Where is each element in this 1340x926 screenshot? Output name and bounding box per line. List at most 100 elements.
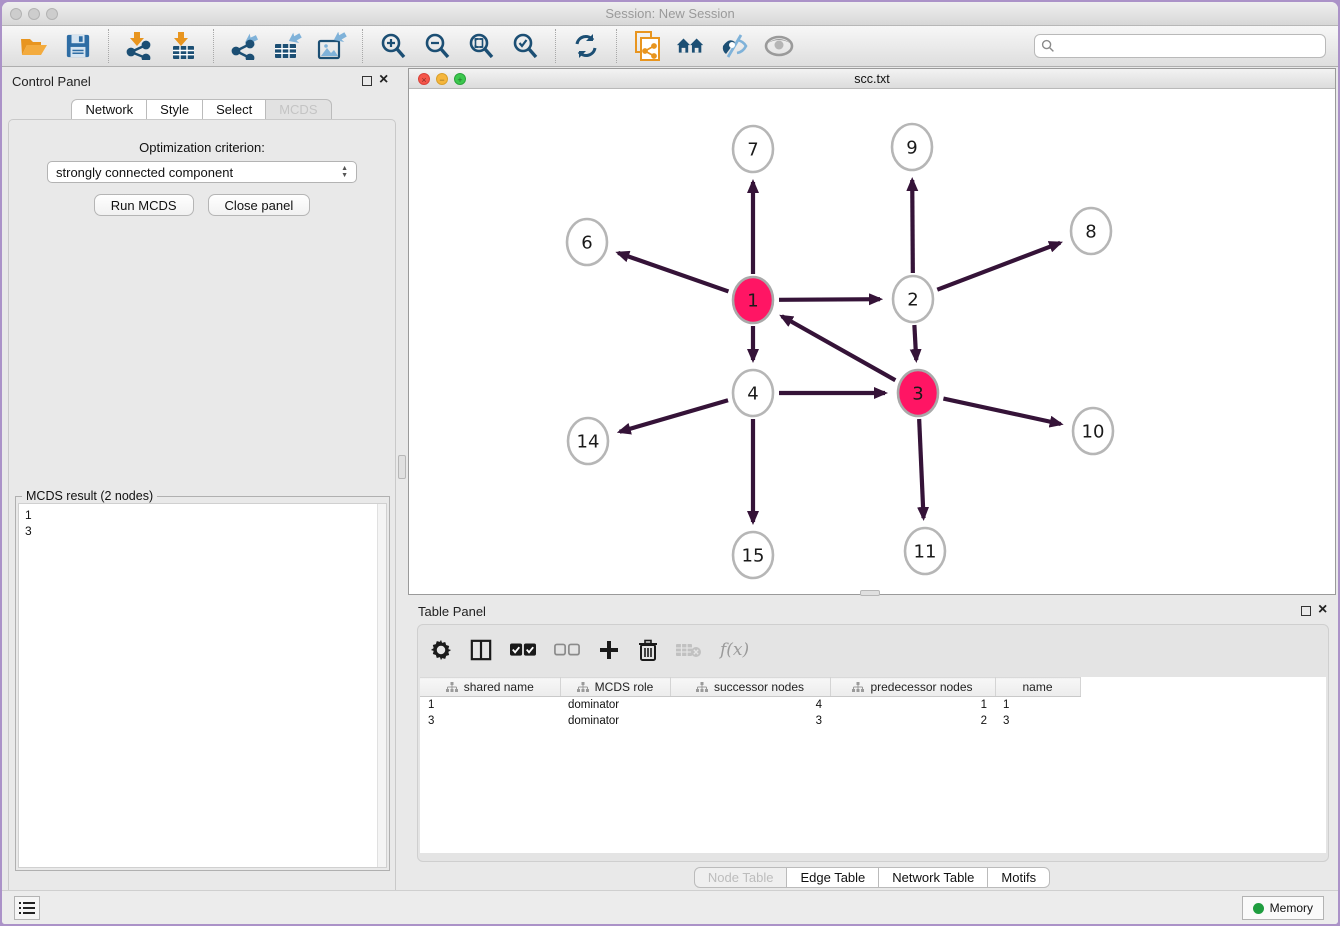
- svg-text:10: 10: [1082, 421, 1105, 442]
- float-table-panel-icon[interactable]: [1301, 606, 1311, 616]
- zoom-selected-icon[interactable]: [510, 31, 540, 61]
- delete-row-icon[interactable]: [638, 639, 658, 661]
- cell-MCDS-role[interactable]: dominator: [560, 697, 670, 713]
- clone-network-icon[interactable]: [632, 31, 662, 61]
- memory-status-icon: [1253, 903, 1264, 914]
- float-panel-icon[interactable]: [362, 76, 372, 86]
- edge-1-6[interactable]: [618, 253, 728, 292]
- memory-button[interactable]: Memory: [1242, 896, 1324, 920]
- zoom-in-icon[interactable]: [378, 31, 408, 61]
- save-session-icon[interactable]: [63, 31, 93, 61]
- split-view-icon[interactable]: [470, 639, 492, 661]
- eye-disabled-icon[interactable]: [764, 31, 794, 61]
- table-row[interactable]: 1dominator411: [420, 697, 1080, 713]
- column-header-successor-nodes[interactable]: successor nodes: [670, 678, 830, 697]
- export-network-icon[interactable]: [229, 31, 259, 61]
- node-11[interactable]: 11: [905, 528, 945, 574]
- toolbar-separator: [213, 29, 214, 63]
- export-image-icon[interactable]: [317, 31, 347, 61]
- tab-select[interactable]: Select: [203, 99, 266, 120]
- node-7[interactable]: 7: [733, 126, 773, 172]
- mcds-tab-content: Optimization criterion: strongly connect…: [8, 119, 396, 924]
- edge-3-10[interactable]: [943, 399, 1060, 424]
- edge-2-9[interactable]: [912, 180, 913, 273]
- node-15[interactable]: 15: [733, 532, 773, 578]
- mcds-result-group: MCDS result (2 nodes) 13: [15, 496, 390, 871]
- home-layout-icon[interactable]: [676, 31, 706, 61]
- cell-successor-nodes[interactable]: 3: [670, 713, 830, 729]
- search-input[interactable]: [1055, 39, 1325, 53]
- open-session-icon[interactable]: [19, 31, 49, 61]
- search-box[interactable]: [1034, 34, 1326, 58]
- close-table-panel-icon[interactable]: ×: [1318, 600, 1327, 620]
- zoom-fit-icon[interactable]: [466, 31, 496, 61]
- control-panel-header: Control Panel ×: [2, 68, 401, 94]
- tab-network-table[interactable]: Network Table: [879, 867, 988, 888]
- cell-predecessor-nodes[interactable]: 1: [830, 697, 995, 713]
- svg-text:15: 15: [742, 545, 765, 566]
- zoom-out-icon[interactable]: [422, 31, 452, 61]
- tab-mcds[interactable]: MCDS: [266, 99, 331, 120]
- column-header-name[interactable]: name: [995, 678, 1080, 697]
- node-6[interactable]: 6: [567, 219, 607, 265]
- run-mcds-button[interactable]: Run MCDS: [94, 194, 194, 216]
- mcds-result-title: MCDS result (2 nodes): [22, 489, 157, 503]
- node-1[interactable]: 1: [733, 277, 773, 323]
- chevron-updown-icon: ▲▼: [341, 165, 348, 179]
- table-toolbar: f(x): [430, 633, 749, 667]
- task-history-button[interactable]: [14, 896, 40, 920]
- refresh-layout-icon[interactable]: [571, 31, 601, 61]
- cell-shared-name[interactable]: 1: [420, 697, 560, 713]
- settings-icon[interactable]: [430, 639, 452, 661]
- mcds-result-list[interactable]: 13: [18, 503, 387, 868]
- result-scrollbar[interactable]: [377, 504, 386, 867]
- column-header-MCDS-role[interactable]: MCDS role: [560, 678, 670, 697]
- cell-predecessor-nodes[interactable]: 2: [830, 713, 995, 729]
- cell-MCDS-role[interactable]: dominator: [560, 713, 670, 729]
- add-row-icon[interactable]: [598, 639, 620, 661]
- node-8[interactable]: 8: [1071, 208, 1111, 254]
- vertical-splitter-handle[interactable]: [398, 455, 406, 479]
- close-panel-button[interactable]: Close panel: [208, 194, 311, 216]
- cell-name[interactable]: 3: [995, 713, 1080, 729]
- tab-style[interactable]: Style: [147, 99, 203, 120]
- import-table-icon[interactable]: [168, 31, 198, 61]
- column-header-shared-name[interactable]: shared name: [420, 678, 560, 697]
- edge-4-14[interactable]: [620, 400, 728, 432]
- tab-node-table[interactable]: Node Table: [694, 867, 788, 888]
- node-9[interactable]: 9: [892, 124, 932, 170]
- column-header-predecessor-nodes[interactable]: predecessor nodes: [830, 678, 995, 697]
- close-panel-icon[interactable]: ×: [379, 70, 388, 90]
- function-builder-icon: f(x): [720, 640, 749, 660]
- hide-panels-icon[interactable]: [720, 31, 750, 61]
- toolbar-separator: [616, 29, 617, 63]
- node-3[interactable]: 3: [898, 370, 938, 416]
- tab-network[interactable]: Network: [71, 99, 147, 120]
- edge-2-3[interactable]: [914, 325, 916, 360]
- svg-text:7: 7: [747, 139, 758, 160]
- cell-name[interactable]: 1: [995, 697, 1080, 713]
- cell-successor-nodes[interactable]: 4: [670, 697, 830, 713]
- edge-2-8[interactable]: [937, 243, 1060, 290]
- horizontal-splitter-handle[interactable]: [860, 590, 880, 596]
- criterion-value: strongly connected component: [56, 165, 233, 180]
- deselect-all-icon[interactable]: [554, 643, 580, 657]
- cell-shared-name[interactable]: 3: [420, 713, 560, 729]
- edge-3-11[interactable]: [919, 419, 923, 518]
- edge-3-1[interactable]: [782, 316, 896, 380]
- export-table-icon[interactable]: [273, 31, 303, 61]
- node-10[interactable]: 10: [1073, 408, 1113, 454]
- edge-1-2[interactable]: [779, 299, 880, 300]
- criterion-dropdown[interactable]: strongly connected component ▲▼: [47, 161, 357, 183]
- node-4[interactable]: 4: [733, 370, 773, 416]
- tab-motifs[interactable]: Motifs: [988, 867, 1050, 888]
- table-row[interactable]: 3dominator323: [420, 713, 1080, 729]
- tab-edge-table[interactable]: Edge Table: [787, 867, 879, 888]
- import-network-icon[interactable]: [124, 31, 154, 61]
- svg-text:4: 4: [747, 383, 758, 404]
- table-panel-title: Table Panel: [418, 604, 486, 619]
- select-all-icon[interactable]: [510, 643, 536, 657]
- node-2[interactable]: 2: [893, 276, 933, 322]
- network-canvas[interactable]: 7 9 6 8 1 2 4 3 14 10 15 11: [409, 90, 1335, 595]
- node-14[interactable]: 14: [568, 418, 608, 464]
